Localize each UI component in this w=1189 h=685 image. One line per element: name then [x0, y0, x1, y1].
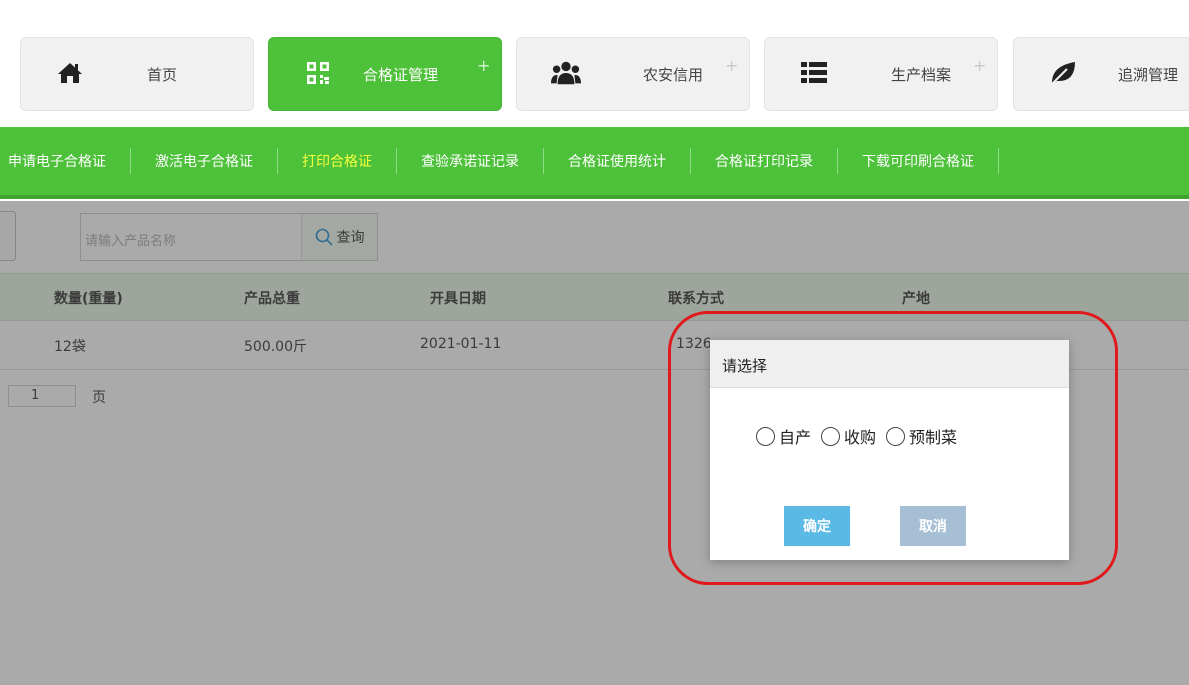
search-icon [315, 228, 333, 246]
subnav-divider [690, 148, 691, 174]
subnav-divider [277, 148, 278, 174]
tab-certificate-management-label: 合格证管理 [363, 66, 439, 84]
search-button-label: 查询 [336, 230, 365, 246]
tab-traceability-label: 追溯管理 [1118, 66, 1179, 84]
list-icon [799, 58, 829, 88]
tab-production-records[interactable]: 生产档案 + [764, 37, 998, 111]
filter-select[interactable] [0, 211, 16, 261]
search-box: 请输入产品名称 查询 [80, 213, 378, 261]
qrcode-icon [303, 58, 333, 88]
page-suffix-label: 页 [92, 390, 106, 406]
top-module-bar: 首页 合格证管理 + 农安信用 + 生产档案 + 追溯管理 [0, 0, 1189, 122]
subnav-item-apply-e-cert[interactable]: 申请电子合格证 [8, 151, 106, 171]
col-header-issue-date: 开具日期 [430, 291, 486, 307]
subnav-item-download-printable[interactable]: 下载可印刷合格证 [862, 151, 974, 171]
col-header-contact: 联系方式 [668, 291, 724, 307]
tab-home[interactable]: 首页 [20, 37, 254, 111]
col-header-quantity: 数量(重量) [54, 291, 123, 307]
subnav-divider [543, 148, 544, 174]
subnav-item-print-cert[interactable]: 打印合格证 [302, 151, 372, 171]
subnav-divider [396, 148, 397, 174]
tab-credit-label: 农安信用 [643, 66, 704, 84]
tab-add-plus[interactable]: + [973, 56, 986, 75]
subnav-item-usage-stats[interactable]: 合格证使用统计 [568, 151, 666, 171]
tab-home-label: 首页 [147, 66, 178, 84]
tab-traceability[interactable]: 追溯管理 [1013, 37, 1189, 111]
subnav-item-check-records[interactable]: 查验承诺证记录 [421, 151, 519, 171]
subnav-divider [998, 148, 999, 174]
tab-production-records-label: 生产档案 [891, 66, 952, 84]
tab-certificate-management[interactable]: 合格证管理 + [268, 37, 502, 111]
tab-credit[interactable]: 农安信用 + [516, 37, 750, 111]
tab-add-plus[interactable]: + [477, 56, 490, 75]
page-number-input[interactable]: 1 [8, 385, 76, 407]
home-icon [55, 58, 85, 88]
search-button[interactable]: 查询 [301, 214, 377, 260]
subnav-item-activate-e-cert[interactable]: 激活电子合格证 [155, 151, 253, 171]
subnav-divider [130, 148, 131, 174]
cell-quantity: 12袋 [54, 339, 86, 355]
annotation-highlight-ring [668, 311, 1118, 585]
search-input[interactable]: 请输入产品名称 [85, 230, 176, 249]
col-header-total-weight: 产品总重 [244, 291, 300, 307]
leaf-icon [1048, 58, 1078, 88]
tab-add-plus[interactable]: + [725, 56, 738, 75]
col-header-origin: 产地 [902, 291, 930, 307]
subnav-item-print-records[interactable]: 合格证打印记录 [715, 151, 813, 171]
users-icon [551, 58, 581, 88]
cell-total-weight: 500.00斤 [244, 339, 307, 355]
search-row: 请输入产品名称 查询 [0, 201, 1189, 273]
cell-issue-date: 2021-01-11 [420, 336, 502, 352]
subnav-divider [837, 148, 838, 174]
sub-navigation: 申请电子合格证 激活电子合格证 打印合格证 查验承诺证记录 合格证使用统计 合格… [0, 127, 1189, 199]
